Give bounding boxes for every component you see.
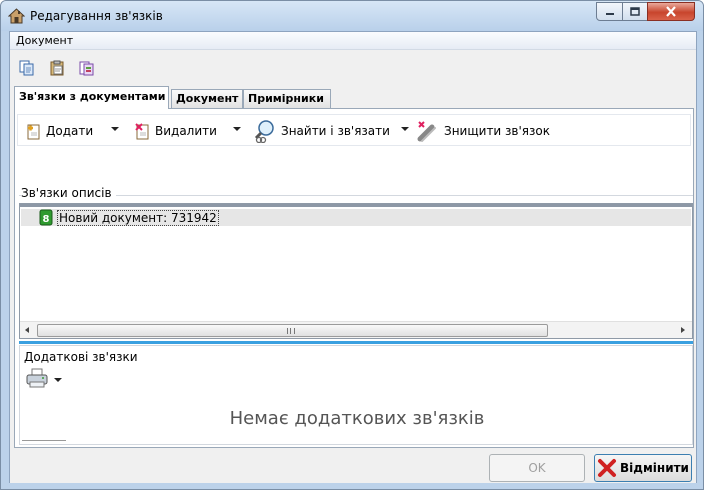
destroy-link-button[interactable]: Знищити зв'язок	[416, 119, 550, 143]
find-and-link-label: Знайти і зв'язати	[281, 124, 390, 138]
scrollbar-thumb[interactable]	[37, 324, 548, 337]
maximize-button[interactable]	[622, 2, 648, 21]
tab-copies[interactable]: Примірники	[243, 89, 331, 108]
find-link-dropdown-arrow-icon[interactable]	[401, 127, 409, 131]
app-house-icon	[8, 8, 25, 24]
add-button[interactable]: Додати	[24, 119, 93, 143]
horizontal-scrollbar[interactable]	[20, 321, 692, 338]
tab-document-links[interactable]: Зв'язки з документами	[14, 86, 169, 109]
quick-toolbar	[10, 51, 696, 85]
find-and-link-button[interactable]: Знайти і зв'язати	[253, 119, 390, 143]
scroll-left-icon[interactable]	[25, 327, 29, 333]
panel-splitter[interactable]	[19, 341, 693, 344]
ok-button[interactable]: OK	[489, 454, 585, 482]
close-button[interactable]	[647, 2, 695, 21]
grid-header	[20, 204, 692, 207]
add-button-label: Додати	[46, 124, 94, 138]
add-document-icon	[27, 124, 40, 140]
printer-icon[interactable]	[26, 368, 48, 388]
window-title: Редагування зв'язків	[30, 9, 163, 23]
copy-icon[interactable]	[19, 60, 35, 76]
magnifier-link-icon	[254, 120, 274, 143]
scrollbar-grip-icon	[287, 328, 295, 334]
delete-button[interactable]: Видалити	[133, 119, 217, 143]
ok-button-label: OK	[528, 461, 546, 475]
additional-group-title: Додаткові зв'язки	[24, 350, 142, 364]
dialog-client-area: Документ Зв'язки з документами Документ …	[9, 31, 697, 484]
paste-icon[interactable]	[49, 60, 65, 76]
links-toolbar: Додати Видалити Знайти і зв'язати Знищит…	[17, 114, 691, 146]
window-bottom-frame	[1, 483, 703, 489]
title-bar[interactable]: Редагування зв'язків	[1, 1, 703, 31]
delete-button-label: Видалити	[155, 124, 217, 138]
delete-dropdown-arrow-icon[interactable]	[233, 127, 241, 131]
descriptions-group-divider	[19, 195, 693, 196]
svg-text:8: 8	[43, 214, 50, 225]
minimize-icon	[605, 12, 614, 15]
tab-document[interactable]: Документ	[171, 89, 243, 108]
cancel-button-label: Відмінити	[620, 461, 689, 475]
descriptions-grid[interactable]: 8 Новий документ: 731942	[19, 203, 693, 339]
add-dropdown-arrow-icon[interactable]	[111, 127, 119, 131]
descriptions-group-title: Зв'язки описів	[21, 186, 116, 200]
delete-document-icon	[135, 123, 149, 140]
dialog-button-bar: OK Відмінити	[10, 448, 696, 484]
row-document-label: Новий документ: 731942	[57, 210, 219, 226]
maximize-icon	[630, 7, 640, 16]
menu-bar: Документ	[10, 32, 696, 50]
destroy-link-label: Знищити зв'язок	[444, 124, 550, 138]
empty-state-message: Немає додаткових зв'язків	[229, 408, 485, 429]
dialog-window: Редагування зв'язків Документ Зв'язки з …	[0, 0, 704, 490]
document-green-icon: 8	[39, 209, 53, 226]
close-icon	[666, 6, 676, 17]
broken-link-icon	[417, 121, 436, 142]
menu-item-document[interactable]: Документ	[16, 34, 73, 47]
document-properties-icon[interactable]	[79, 60, 95, 76]
scroll-right-icon[interactable]	[681, 327, 685, 333]
table-row[interactable]: 8 Новий документ: 731942	[21, 209, 691, 226]
cancel-button[interactable]: Відмінити	[594, 454, 692, 482]
printer-dropdown-arrow-icon[interactable]	[54, 378, 62, 382]
minimize-button[interactable]	[596, 2, 623, 21]
tab-page-document-links: Додати Видалити Знайти і зв'язати Знищит…	[14, 108, 694, 448]
lower-divider	[22, 440, 66, 441]
additional-links-panel: Додаткові зв'язки Немає додаткових зв'яз…	[19, 345, 693, 445]
cancel-x-icon	[598, 459, 617, 477]
